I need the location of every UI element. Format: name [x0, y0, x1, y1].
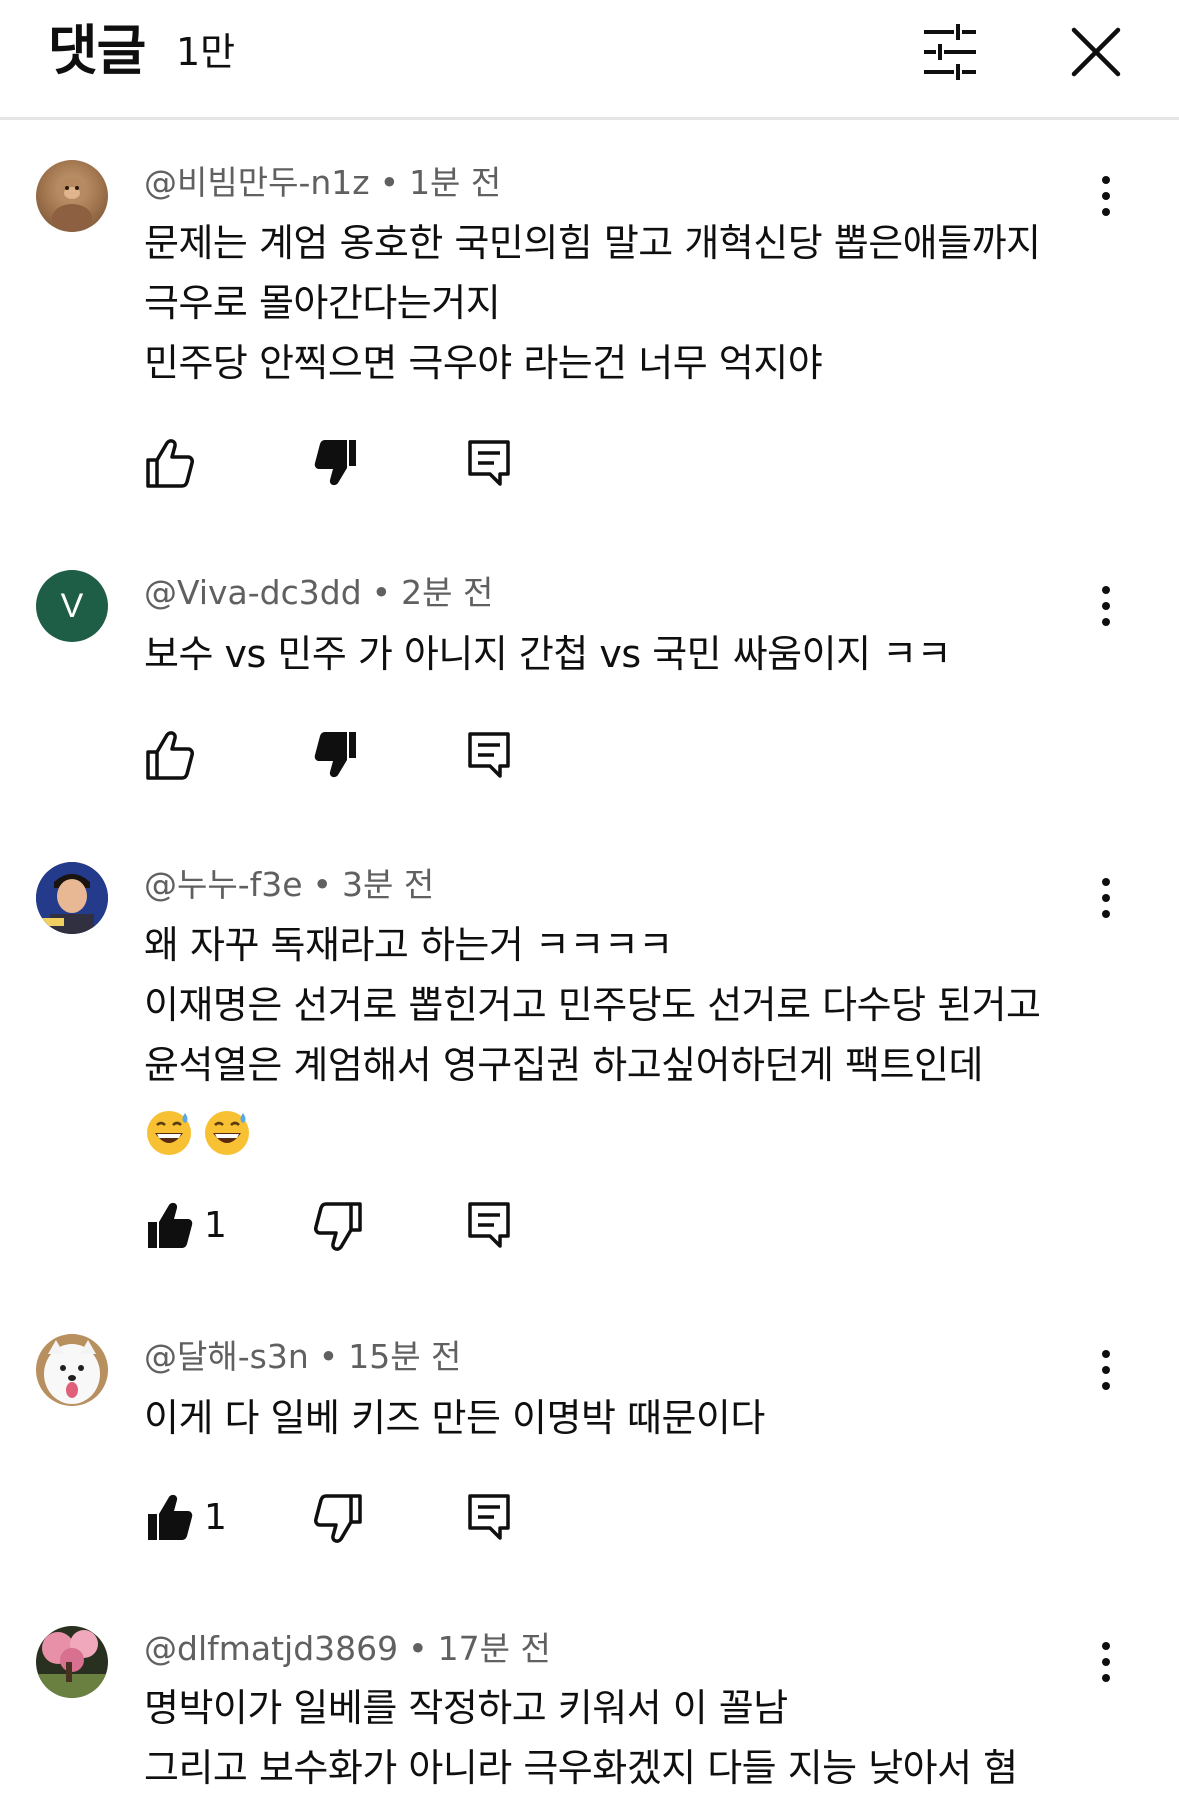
- comment-line: 왜 자꾸 독재라고 하는거 ㅋㅋㅋㅋ: [144, 923, 673, 967]
- like-button[interactable]: 1: [144, 1490, 254, 1546]
- author-name[interactable]: @달해-s3n: [144, 1337, 309, 1376]
- comment-meta: @달해-s3n • 15분 전: [144, 1337, 462, 1376]
- comment-meta: @비빔만두-n1z • 1분 전: [144, 163, 502, 202]
- comment-meta: @누누-f3e • 3분 전: [144, 865, 435, 904]
- avatar[interactable]: [36, 160, 108, 232]
- more-options-icon[interactable]: [1088, 582, 1124, 630]
- comment-time: 3분 전: [342, 865, 435, 904]
- comment-line: 민주당 안찍으면 극우야 라는건 너무 억지야: [144, 341, 823, 385]
- comment-count: 1만: [176, 30, 236, 74]
- like-button[interactable]: 1: [144, 1198, 254, 1254]
- author-name[interactable]: @누누-f3e: [144, 865, 303, 904]
- comment-line: 이게 다 일베 키즈 만든 이명박 때문이다: [144, 1396, 765, 1440]
- comment-actions: [144, 728, 544, 784]
- comment-line: 보수 vs 민주 가 아니지 간첩 vs 국민 싸움이지 ㅋㅋ: [144, 632, 952, 676]
- close-icon[interactable]: [1062, 18, 1130, 86]
- like-count: 1: [204, 1205, 227, 1246]
- comment-text: 이게 다 일베 키즈 만든 이명박 때문이다: [144, 1388, 1104, 1448]
- author-name[interactable]: @비빔만두-n1z: [144, 163, 370, 202]
- avatar[interactable]: [36, 1626, 108, 1698]
- comment-time: 17분 전: [437, 1629, 551, 1668]
- grinning-sweat-emoji: [205, 1110, 249, 1155]
- panel-title: 댓글: [48, 19, 146, 82]
- author-name[interactable]: @Viva-dc3dd: [144, 573, 362, 612]
- sort-filter-icon[interactable]: [916, 18, 984, 86]
- emoji-line: [144, 1095, 1104, 1161]
- comment-line: 이재명은 선거로 뽑힌거고 민주당도 선거로 다수당 된거고: [144, 983, 1041, 1027]
- comment-meta: @Viva-dc3dd • 2분 전: [144, 573, 494, 612]
- comment-text: 명박이가 일베를 작정하고 키워서 이 꼴남 그리고 보수화가 아니라 극우화겠…: [144, 1678, 1104, 1798]
- comment-time: 1분 전: [409, 163, 502, 202]
- more-options-icon[interactable]: [1088, 1346, 1124, 1394]
- more-options-icon[interactable]: [1088, 874, 1124, 922]
- comment-line: 극우로 몰아간다는거지: [144, 281, 501, 325]
- comment-time: 15분 전: [348, 1337, 462, 1376]
- comment-time: 2분 전: [401, 573, 494, 612]
- comment-text: 왜 자꾸 독재라고 하는거 ㅋㅋㅋㅋ 이재명은 선거로 뽑힌거고 민주당도 선거…: [144, 915, 1104, 1161]
- grinning-sweat-emoji: [147, 1110, 191, 1155]
- more-options-icon[interactable]: [1088, 1638, 1124, 1686]
- comment-actions: 1: [144, 1490, 544, 1546]
- like-count: 1: [204, 1497, 227, 1538]
- avatar[interactable]: [36, 862, 108, 934]
- comment-text: 보수 vs 민주 가 아니지 간첩 vs 국민 싸움이지 ㅋㅋ: [144, 624, 1104, 684]
- comment-actions: [144, 436, 544, 492]
- comment-actions: 1: [144, 1198, 544, 1254]
- avatar[interactable]: V: [36, 570, 108, 642]
- more-options-icon[interactable]: [1088, 172, 1124, 220]
- comment-line: 윤석열은 계엄해서 영구집권 하고싶어하던게 팩트인데: [144, 1043, 983, 1087]
- comment-meta: @dlfmatjd3869 • 17분 전: [144, 1629, 551, 1668]
- comment-line: 문제는 계엄 옹호한 국민의힘 말고 개혁신당 뽑은애들까지: [144, 221, 1041, 265]
- comments-header: 댓글 1만: [0, 0, 1179, 120]
- comment-line: 그리고 보수화가 아니라 극우화겠지 다들 지능 낮아서 혐: [144, 1746, 1018, 1790]
- comment-line: 명박이가 일베를 작정하고 키워서 이 꼴남: [144, 1686, 788, 1730]
- avatar-letter: V: [60, 587, 84, 625]
- avatar[interactable]: [36, 1334, 108, 1406]
- comment-text: 문제는 계엄 옹호한 국민의힘 말고 개혁신당 뽑은애들까지 극우로 몰아간다는…: [144, 213, 1104, 393]
- author-name[interactable]: @dlfmatjd3869: [144, 1629, 398, 1668]
